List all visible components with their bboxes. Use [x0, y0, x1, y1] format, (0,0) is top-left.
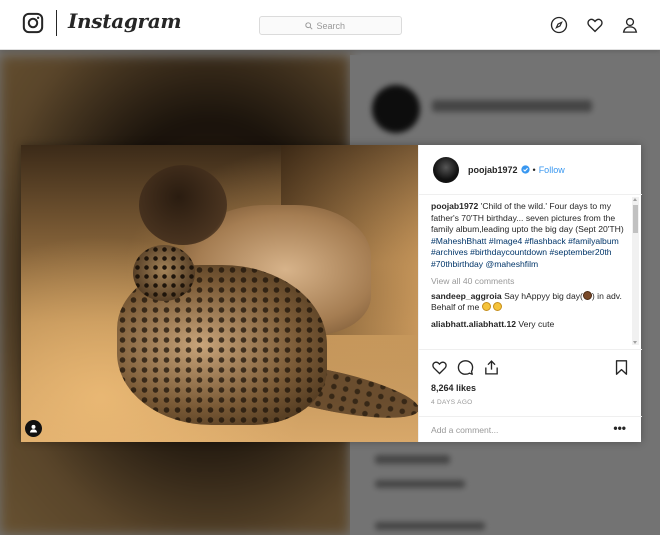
- mention[interactable]: @maheshfilm: [485, 259, 538, 269]
- profile-icon[interactable]: [621, 16, 639, 34]
- comment-username[interactable]: aliabhatt.aliabhatt.12: [431, 319, 516, 329]
- scroll-up-arrow[interactable]: [633, 198, 637, 201]
- search-icon: [304, 21, 313, 30]
- comment-username[interactable]: sandeep_aggroia: [431, 291, 502, 301]
- user-tag-button[interactable]: [25, 420, 42, 437]
- photo-leopard-head: [133, 245, 195, 301]
- hashtag[interactable]: #flashback: [525, 236, 566, 246]
- hashtag[interactable]: #Image4: [489, 236, 522, 246]
- post-photo[interactable]: [21, 145, 418, 442]
- likes-count[interactable]: 8,264 likes: [431, 383, 476, 393]
- comment-text: Very cute: [516, 318, 555, 329]
- post-side-panel: poojab1972 • Follow poojab1972 'Child of…: [418, 145, 642, 442]
- more-options-button[interactable]: •••: [613, 422, 626, 434]
- search-bar[interactable]: [259, 16, 402, 35]
- comments-scrollbar[interactable]: [632, 197, 639, 345]
- verified-badge-icon: [520, 165, 530, 174]
- header-separator: •: [532, 164, 536, 175]
- instagram-glyph-icon[interactable]: [22, 12, 44, 34]
- user-tag-icon: [29, 424, 38, 433]
- cake-emoji-icon: [582, 290, 592, 300]
- bookmark-icon[interactable]: [613, 359, 630, 376]
- hashtag[interactable]: #MaheshBhatt: [431, 236, 486, 246]
- like-heart-icon[interactable]: [431, 359, 448, 376]
- logo-divider: [56, 10, 57, 36]
- post-actions: 8,264 likes 4 DAYS AGO •••: [419, 349, 642, 442]
- search-input[interactable]: [316, 20, 357, 31]
- heart-icon[interactable]: [586, 16, 604, 34]
- comment-item: aliabhatt.aliabhatt.12 Very cute: [431, 319, 629, 331]
- share-icon[interactable]: [483, 359, 500, 376]
- hashtag[interactable]: #70thbirthday: [431, 259, 483, 269]
- post-caption: poojab1972 'Child of the wild.' Four day…: [431, 201, 629, 271]
- instagram-wordmark[interactable]: Instagram: [68, 9, 182, 33]
- comment-bubble-icon[interactable]: [457, 359, 474, 376]
- caption-username[interactable]: poojab1972: [431, 201, 478, 211]
- add-comment-area: •••: [419, 416, 642, 443]
- avatar[interactable]: [433, 156, 459, 183]
- post-username[interactable]: poojab1972: [468, 165, 518, 175]
- comments-list[interactable]: poojab1972 'Child of the wild.' Four day…: [419, 201, 629, 348]
- smile-emoji-icon: [481, 302, 491, 312]
- post-timestamp[interactable]: 4 DAYS AGO: [431, 399, 473, 406]
- view-all-comments-link[interactable]: View all 40 comments: [431, 276, 629, 286]
- comment-item: sandeep_aggroia Say hAppyy big day() in …: [431, 290, 629, 314]
- post-header: poojab1972 • Follow: [419, 145, 642, 195]
- hashtag[interactable]: #familyalbum: [568, 236, 619, 246]
- comment-text: Say hAppyy big day(: [501, 290, 583, 301]
- top-navigation: Instagram: [0, 0, 660, 50]
- post-modal: poojab1972 • Follow poojab1972 'Child of…: [21, 145, 642, 442]
- hashtag[interactable]: #birthdaycountdown: [470, 247, 547, 257]
- smile-emoji-icon: [493, 302, 503, 312]
- scroll-down-arrow[interactable]: [633, 341, 637, 344]
- hashtag[interactable]: #archives: [431, 247, 468, 257]
- photo-child-head: [139, 165, 227, 245]
- explore-compass-icon[interactable]: [550, 16, 568, 34]
- add-comment-input[interactable]: [431, 423, 591, 437]
- hashtag[interactable]: #september20th: [549, 247, 611, 257]
- scrollbar-thumb[interactable]: [633, 205, 638, 233]
- follow-button[interactable]: Follow: [539, 165, 565, 175]
